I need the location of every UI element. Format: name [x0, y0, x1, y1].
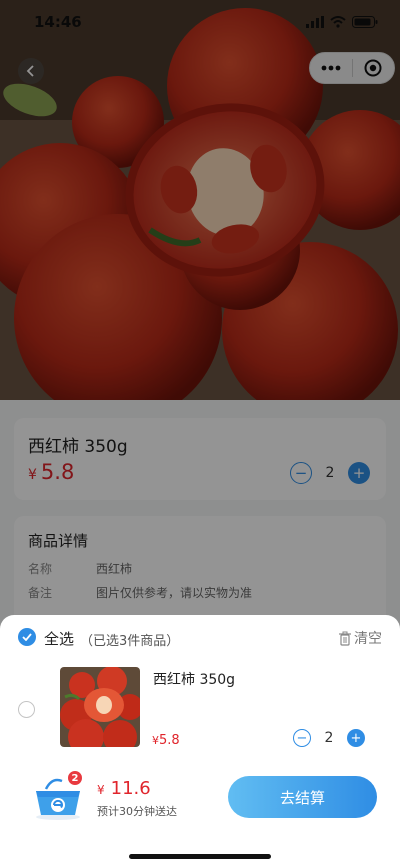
home-indicator: [129, 854, 271, 859]
item-increase-button[interactable]: +: [347, 729, 365, 747]
clear-cart-button[interactable]: 清空: [338, 628, 382, 648]
trash-icon: [339, 631, 351, 646]
checkout-button[interactable]: 去结算: [228, 776, 377, 818]
cart-count-badge: 2: [67, 770, 83, 786]
cart-header: 全选 （已选3件商品） 清空: [0, 615, 400, 659]
item-quantity-value: 2: [324, 730, 334, 746]
item-price-amount: 5.8: [159, 733, 180, 748]
select-all-label[interactable]: 全选: [44, 628, 74, 649]
cart-total: ¥11.6: [97, 778, 151, 799]
cart-total-amount: 11.6: [110, 778, 151, 799]
item-name: 西红柿 350g: [153, 672, 236, 688]
item-thumbnail: [60, 667, 140, 747]
select-all-checkbox[interactable]: [18, 628, 36, 646]
clear-cart-label: 清空: [354, 631, 382, 647]
tomato-thumbnail-image: [60, 667, 140, 747]
delivery-eta: 预计30分钟送达: [97, 805, 177, 818]
item-price: ¥5.8: [152, 733, 180, 748]
cart-footer: 2 ¥11.6 预计30分钟送达 去结算: [0, 765, 400, 825]
item-price-currency: ¥: [152, 734, 159, 747]
item-decrease-button[interactable]: −: [293, 729, 311, 747]
selected-count: （已选3件商品）: [80, 634, 180, 649]
cart-sheet: 全选 （已选3件商品） 清空 西红柿 350g ¥5.8 − 2 + 2 ¥ 1…: [0, 615, 400, 866]
item-select-radio[interactable]: [18, 701, 35, 718]
item-quantity-stepper: − 2 +: [293, 729, 365, 747]
checkmark-icon: [22, 633, 32, 641]
cart-total-currency: ¥: [97, 783, 105, 797]
cart-item: 西红柿 350g ¥5.8 − 2 +: [0, 663, 400, 753]
